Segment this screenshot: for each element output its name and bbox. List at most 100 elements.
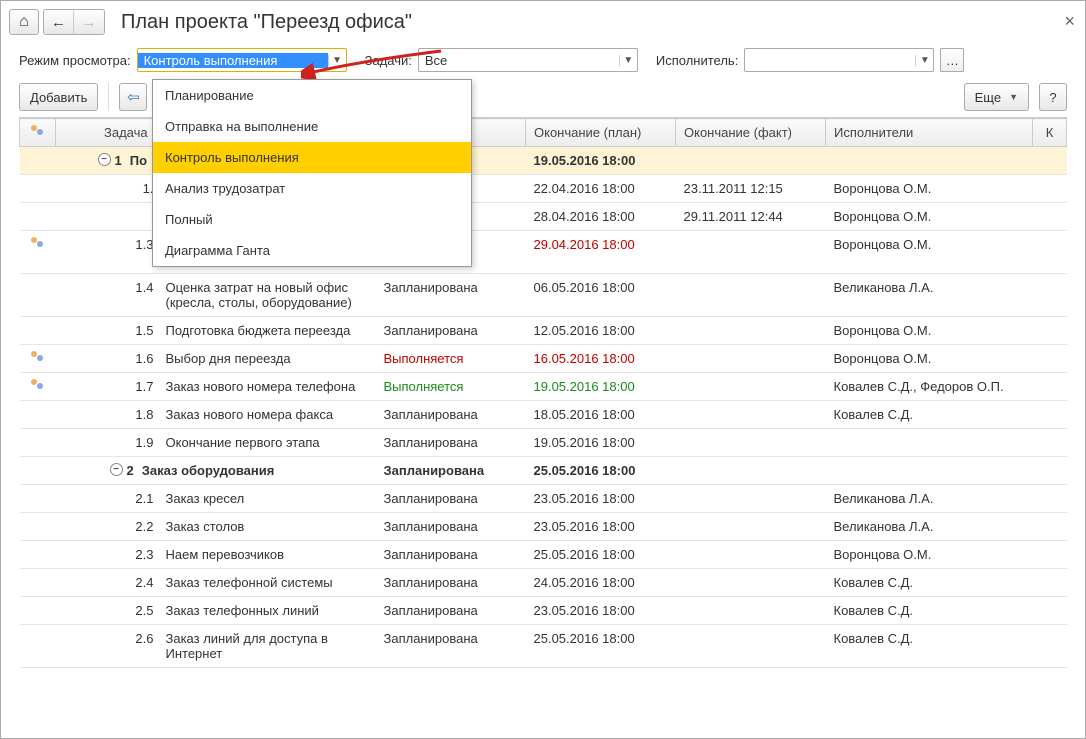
task-status: Запланирована xyxy=(384,631,478,646)
plan-end: 22.04.2016 18:00 xyxy=(534,181,635,196)
task-status: Запланирована xyxy=(384,407,478,422)
fact-end xyxy=(676,569,826,597)
table-row[interactable]: 2.4 Заказ телефонной системы Запланирована… xyxy=(20,569,1067,597)
plan-end: 06.05.2016 18:00 xyxy=(534,280,635,295)
k-cell xyxy=(1033,373,1067,401)
chevron-down-icon: ▼ xyxy=(328,55,346,66)
task-status: Запланирована xyxy=(384,463,485,478)
fact-end xyxy=(676,625,826,668)
mode-value: Контроль выполнения xyxy=(138,53,328,68)
fact-end xyxy=(676,345,826,373)
collapse-icon[interactable]: − xyxy=(110,463,123,476)
assignee-browse-button[interactable]: … xyxy=(940,48,964,72)
row-number: 2.4 xyxy=(124,575,160,590)
k-cell xyxy=(1033,541,1067,569)
table-row[interactable]: 1.9Окончание первого этапаЗапланирована1… xyxy=(20,429,1067,457)
plan-end: 29.04.2016 18:00 xyxy=(534,237,635,252)
fact-end xyxy=(676,147,826,175)
fact-end xyxy=(676,231,826,274)
task-name: Заказ телефонной системы xyxy=(166,575,368,590)
k-cell xyxy=(1033,457,1067,485)
table-row[interactable]: −2Заказ оборудованияЗапланирована25.05.2… xyxy=(20,457,1067,485)
row-number: 2 xyxy=(127,463,134,478)
close-button[interactable]: × xyxy=(1064,11,1075,32)
divider xyxy=(108,83,109,111)
nav-back-button[interactable] xyxy=(44,10,74,34)
row-number: 1.6 xyxy=(124,351,160,366)
fact-end xyxy=(676,373,826,401)
task-name: Заказ телефонных линий xyxy=(166,603,368,618)
add-button[interactable]: Добавить xyxy=(19,83,98,111)
nav-forward-button[interactable] xyxy=(74,10,104,34)
col-k[interactable]: К xyxy=(1033,119,1067,147)
assignee-combo[interactable]: ▼ xyxy=(744,48,934,72)
plan-end: 25.05.2016 18:00 xyxy=(534,631,635,646)
assignee-cell: Ковалев С.Д., Федоров О.П. xyxy=(826,373,1033,401)
col-icon[interactable] xyxy=(20,119,56,147)
fact-end xyxy=(676,597,826,625)
plan-end: 12.05.2016 18:00 xyxy=(534,323,635,338)
people-icon xyxy=(31,237,45,249)
table-row[interactable]: 1.7Заказ нового номера телефонаВыполняет… xyxy=(20,373,1067,401)
task-name: Выбор дня переезда xyxy=(166,351,368,366)
people-icon xyxy=(31,125,45,137)
col-fact-end[interactable]: Окончание (факт) xyxy=(676,119,826,147)
mode-dropdown-item[interactable]: Контроль выполнения xyxy=(153,142,471,173)
tasks-combo[interactable]: Все ▼ xyxy=(418,48,638,72)
table-row[interactable]: 2.5Заказ телефонных линийЗапланирована23… xyxy=(20,597,1067,625)
tasks-label: Задачи: xyxy=(365,53,412,68)
mode-dropdown-item[interactable]: Анализ трудозатрат xyxy=(153,173,471,204)
assignee-cell: Ковалев С.Д. xyxy=(826,625,1033,668)
task-name: Наем перевозчиков xyxy=(166,547,368,562)
nav-group xyxy=(43,9,105,35)
table-row[interactable]: 2.2Заказ столовЗапланирована23.05.2016 1… xyxy=(20,513,1067,541)
table-row[interactable]: 1.6 Выбор дня переезда Выполняется 16.05.20… xyxy=(20,345,1067,373)
table-row[interactable]: 2.6Заказ линий для доступа в ИнтернетЗап… xyxy=(20,625,1067,668)
assignee-cell xyxy=(826,457,1033,485)
row-number: 1 xyxy=(115,153,122,168)
mode-dropdown-item[interactable]: Диаграмма Ганта xyxy=(153,235,471,266)
table-row[interactable]: 1.5Подготовка бюджета переездаЗапланиров… xyxy=(20,317,1067,345)
row-number: 2.3 xyxy=(124,547,160,562)
task-status: Запланирована xyxy=(384,323,478,338)
plan-end: 23.05.2016 18:00 xyxy=(534,519,635,534)
task-name: Окончание первого этапа xyxy=(166,435,368,450)
plan-end: 19.05.2016 18:00 xyxy=(534,435,635,450)
task-status: Выполняется xyxy=(384,351,464,366)
task-status: Запланирована xyxy=(384,280,478,295)
col-assignees[interactable]: Исполнители xyxy=(826,119,1033,147)
table-row[interactable]: 2.1Заказ креселЗапланирована23.05.2016 1… xyxy=(20,485,1067,513)
collapse-icon[interactable]: − xyxy=(98,153,111,166)
k-cell xyxy=(1033,345,1067,373)
assignee-label: Исполнитель: xyxy=(656,53,738,68)
k-cell xyxy=(1033,485,1067,513)
home-button[interactable] xyxy=(9,9,39,35)
k-cell xyxy=(1033,147,1067,175)
row-number: 1.7 xyxy=(124,379,160,394)
more-button[interactable]: Еще▼ xyxy=(964,83,1029,111)
table-row[interactable]: 1.4Оценка затрат на новый офис (кресла, … xyxy=(20,274,1067,317)
task-status: Запланирована xyxy=(384,575,478,590)
help-button[interactable]: ? xyxy=(1039,83,1067,111)
plan-end: 25.05.2016 18:00 xyxy=(534,547,635,562)
home-icon xyxy=(19,13,29,31)
chevron-down-icon: ▼ xyxy=(619,55,637,66)
plan-end: 24.05.2016 18:00 xyxy=(534,575,635,590)
task-name: Оценка затрат на новый офис (кресла, сто… xyxy=(166,280,368,310)
plan-end: 25.05.2016 18:00 xyxy=(534,463,636,478)
k-cell xyxy=(1033,203,1067,231)
k-cell xyxy=(1033,401,1067,429)
plan-end: 16.05.2016 18:00 xyxy=(534,351,635,366)
table-row[interactable]: 2.3Наем перевозчиковЗапланирована25.05.2… xyxy=(20,541,1067,569)
mode-dropdown-item[interactable]: Полный xyxy=(153,204,471,235)
table-row[interactable]: 1.8Заказ нового номера факсаЗапланирован… xyxy=(20,401,1067,429)
row-number: 2.1 xyxy=(124,491,160,506)
mode-dropdown-item[interactable]: Отправка на выполнение xyxy=(153,111,471,142)
move-left-button[interactable] xyxy=(119,83,147,111)
arrow-right-icon xyxy=(82,14,97,31)
mode-dropdown-item[interactable]: Планирование xyxy=(153,80,471,111)
fact-end: 29.11.2011 12:44 xyxy=(676,203,826,231)
k-cell xyxy=(1033,513,1067,541)
mode-combo[interactable]: Контроль выполнения ▼ xyxy=(137,48,347,72)
col-plan-end[interactable]: Окончание (план) xyxy=(526,119,676,147)
